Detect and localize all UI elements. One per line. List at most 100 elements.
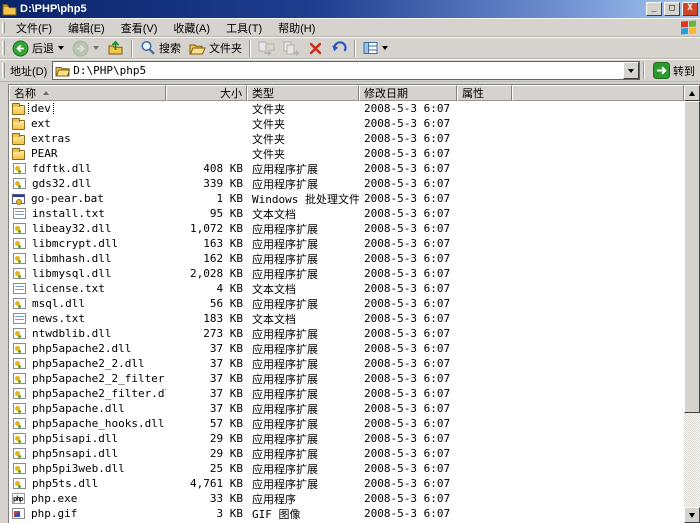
address-combo[interactable]: D:\PHP\php5 <box>52 61 640 80</box>
menu-favorites[interactable]: 收藏(A) <box>165 18 218 38</box>
file-name[interactable]: php5ts.dll <box>30 477 100 490</box>
menu-view[interactable]: 查看(V) <box>113 18 166 38</box>
file-row[interactable]: libmcrypt.dll 163 KB 应用程序扩展 2008-5-3 6:0… <box>9 236 684 251</box>
file-name[interactable]: php5isapi.dll <box>30 432 120 445</box>
file-row[interactable]: fdftk.dll 408 KB 应用程序扩展 2008-5-3 6:07 <box>9 161 684 176</box>
file-name[interactable]: php5apache_hooks.dll <box>30 417 166 430</box>
file-name[interactable]: PEAR <box>29 147 60 160</box>
move-to-button[interactable] <box>254 38 279 58</box>
file-name[interactable]: license.txt <box>30 282 107 295</box>
column-header-date[interactable]: 修改日期 <box>359 85 457 101</box>
maximize-button[interactable]: □ <box>664 2 680 16</box>
file-name[interactable]: libmysql.dll <box>30 267 113 280</box>
column-header-type[interactable]: 类型 <box>247 85 359 101</box>
file-name[interactable]: gds32.dll <box>30 177 94 190</box>
forward-dropdown-icon[interactable] <box>93 46 99 50</box>
file-row[interactable]: php5apache2_2_filter.dll 37 KB 应用程序扩展 20… <box>9 371 684 386</box>
scrollbar-track[interactable] <box>684 413 700 507</box>
file-row[interactable]: php.exe 33 KB 应用程序 2008-5-3 6:07 <box>9 491 684 506</box>
menu-help[interactable]: 帮助(H) <box>270 18 323 38</box>
file-name[interactable]: php5apache2.dll <box>30 342 133 355</box>
forward-button[interactable] <box>68 38 103 58</box>
file-name[interactable]: news.txt <box>30 312 87 325</box>
back-button[interactable]: 后退 <box>8 38 68 58</box>
close-button[interactable]: X <box>682 2 698 16</box>
file-row[interactable]: php5apache2_2.dll 37 KB 应用程序扩展 2008-5-3 … <box>9 356 684 371</box>
views-button[interactable] <box>359 38 392 58</box>
file-row[interactable]: php5pi3web.dll 25 KB 应用程序扩展 2008-5-3 6:0… <box>9 461 684 476</box>
toolbar-grip[interactable] <box>2 41 5 55</box>
menu-edit[interactable]: 编辑(E) <box>60 18 113 38</box>
file-name[interactable]: php5apache.dll <box>30 402 127 415</box>
scrollbar-thumb[interactable] <box>684 101 700 413</box>
delete-button[interactable] <box>304 38 327 58</box>
file-name[interactable]: extras <box>29 132 73 145</box>
file-type: 应用程序扩展 <box>252 432 318 446</box>
file-row[interactable]: install.txt 95 KB 文本文档 2008-5-3 6:07 <box>9 206 684 221</box>
scroll-up-button[interactable] <box>684 85 700 101</box>
address-dropdown-button[interactable] <box>623 62 639 79</box>
column-header-name[interactable]: 名称 <box>9 85 166 101</box>
file-row[interactable]: libmysql.dll 2,028 KB 应用程序扩展 2008-5-3 6:… <box>9 266 684 281</box>
scroll-down-button[interactable] <box>684 507 700 523</box>
file-row[interactable]: extras 文件夹 2008-5-3 6:07 <box>9 131 684 146</box>
file-name[interactable]: go-pear.bat <box>29 192 106 205</box>
file-name[interactable]: fdftk.dll <box>30 162 94 175</box>
go-button[interactable]: 转到 <box>648 62 700 79</box>
column-header-size[interactable]: 大小 <box>166 85 247 101</box>
file-row[interactable]: php.gif 3 KB GIF 图像 2008-5-3 6:07 <box>9 506 684 521</box>
file-name[interactable]: libmhash.dll <box>30 252 113 265</box>
file-row[interactable]: ext 文件夹 2008-5-3 6:07 <box>9 116 684 131</box>
file-name[interactable]: php.exe <box>29 492 79 505</box>
folders-button[interactable]: 文件夹 <box>185 38 246 58</box>
file-date: 2008-5-3 6:07 <box>364 417 451 430</box>
file-row[interactable]: msql.dll 56 KB 应用程序扩展 2008-5-3 6:07 <box>9 296 684 311</box>
file-type: 应用程序扩展 <box>252 222 318 236</box>
file-date: 2008-5-3 6:07 <box>364 357 451 370</box>
copy-to-button[interactable] <box>279 38 304 58</box>
file-name[interactable]: dev <box>28 102 54 115</box>
views-dropdown-icon[interactable] <box>382 46 388 50</box>
file-name[interactable]: php5apache2_2.dll <box>30 357 147 370</box>
column-header-attributes[interactable]: 属性 <box>457 85 512 101</box>
menu-file[interactable]: 文件(F) <box>8 18 60 38</box>
menu-tools[interactable]: 工具(T) <box>218 18 270 38</box>
file-row[interactable]: go-pear.bat 1 KB Windows 批处理文件 2008-5-3 … <box>9 191 684 206</box>
file-name[interactable]: ext <box>29 117 53 130</box>
file-name[interactable]: php5apache2_filter.dll <box>30 387 166 400</box>
file-row[interactable]: libmhash.dll 162 KB 应用程序扩展 2008-5-3 6:07 <box>9 251 684 266</box>
file-name[interactable]: php5nsapi.dll <box>30 447 120 460</box>
file-row[interactable]: dev 文件夹 2008-5-3 6:07 <box>9 101 684 116</box>
file-name[interactable]: install.txt <box>30 207 107 220</box>
file-row[interactable]: license.txt 4 KB 文本文档 2008-5-3 6:07 <box>9 281 684 296</box>
address-input[interactable]: D:\PHP\php5 <box>73 64 146 77</box>
menubar-grip[interactable] <box>2 21 5 34</box>
file-row[interactable]: libeay32.dll 1,072 KB 应用程序扩展 2008-5-3 6:… <box>9 221 684 236</box>
file-name[interactable]: php5apache2_2_filter.dll <box>30 372 166 385</box>
file-row[interactable]: php5apache.dll 37 KB 应用程序扩展 2008-5-3 6:0… <box>9 401 684 416</box>
undo-icon <box>332 41 347 52</box>
file-row[interactable]: ntwdblib.dll 273 KB 应用程序扩展 2008-5-3 6:07 <box>9 326 684 341</box>
addressbar-grip[interactable] <box>2 63 5 78</box>
file-row[interactable]: php5apache_hooks.dll 57 KB 应用程序扩展 2008-5… <box>9 416 684 431</box>
file-row[interactable]: php5apache2_filter.dll 37 KB 应用程序扩展 2008… <box>9 386 684 401</box>
file-row[interactable]: php5nsapi.dll 29 KB 应用程序扩展 2008-5-3 6:07 <box>9 446 684 461</box>
file-row[interactable]: php5ts.dll 4,761 KB 应用程序扩展 2008-5-3 6:07 <box>9 476 684 491</box>
file-name[interactable]: msql.dll <box>30 297 87 310</box>
up-button[interactable] <box>103 38 128 58</box>
file-name[interactable]: libmcrypt.dll <box>30 237 120 250</box>
vertical-scrollbar[interactable] <box>684 85 700 523</box>
minimize-button[interactable]: _ <box>646 2 662 16</box>
file-row[interactable]: php5apache2.dll 37 KB 应用程序扩展 2008-5-3 6:… <box>9 341 684 356</box>
file-row[interactable]: gds32.dll 339 KB 应用程序扩展 2008-5-3 6:07 <box>9 176 684 191</box>
file-name[interactable]: php.gif <box>29 507 79 520</box>
search-button[interactable]: 搜索 <box>136 38 185 58</box>
file-name[interactable]: libeay32.dll <box>30 222 113 235</box>
back-dropdown-icon[interactable] <box>58 46 64 50</box>
file-name[interactable]: ntwdblib.dll <box>30 327 113 340</box>
file-row[interactable]: php5isapi.dll 29 KB 应用程序扩展 2008-5-3 6:07 <box>9 431 684 446</box>
file-row[interactable]: news.txt 183 KB 文本文档 2008-5-3 6:07 <box>9 311 684 326</box>
file-row[interactable]: PEAR 文件夹 2008-5-3 6:07 <box>9 146 684 161</box>
file-name[interactable]: php5pi3web.dll <box>30 462 127 475</box>
undo-button[interactable] <box>327 38 351 58</box>
